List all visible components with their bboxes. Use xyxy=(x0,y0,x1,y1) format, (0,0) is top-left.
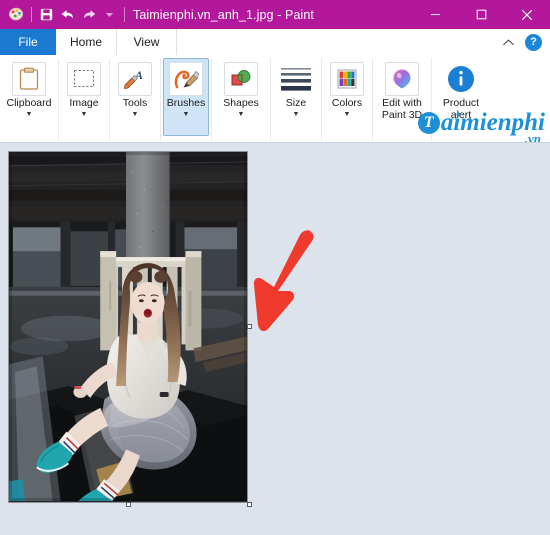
tools-label: Tools xyxy=(122,97,148,109)
shapes-button[interactable]: Shapes ▼ xyxy=(214,58,268,136)
ribbon-group-size: Size ▼ xyxy=(271,58,322,140)
image-label: Image xyxy=(69,97,99,109)
resize-handle-bottom[interactable] xyxy=(126,502,131,507)
save-icon[interactable] xyxy=(36,4,57,25)
ribbon-group-brushes: Brushes ▼ xyxy=(161,58,212,140)
title-bar: Taimienphi.vn_anh_1.jpg - Paint xyxy=(0,0,550,29)
color-palette-icon xyxy=(330,62,364,96)
image-caret-icon[interactable]: ▼ xyxy=(81,110,88,119)
colors-button[interactable]: Colors ▼ xyxy=(324,58,370,136)
image-canvas[interactable] xyxy=(8,151,248,503)
shapes-label: Shapes xyxy=(223,97,259,109)
paint-window: Taimienphi.vn_anh_1.jpg - Paint File Hom… xyxy=(0,0,550,535)
ribbon-group-product-alert: Product alert xyxy=(432,58,490,140)
size-caret-icon[interactable]: ▼ xyxy=(293,110,300,119)
paintbrush-icon xyxy=(169,62,203,96)
paint-app-icon[interactable] xyxy=(6,4,27,25)
tab-file[interactable]: File xyxy=(0,29,56,55)
window-controls xyxy=(412,0,550,29)
size-button[interactable]: Size ▼ xyxy=(273,58,319,136)
colors-caret-icon[interactable]: ▼ xyxy=(344,110,351,119)
undo-icon[interactable] xyxy=(57,4,78,25)
tab-home[interactable]: Home xyxy=(56,29,118,55)
window-title: Taimienphi.vn_anh_1.jpg - Paint xyxy=(133,7,314,22)
paint3d-label: Edit with Paint 3D xyxy=(381,97,423,121)
colors-label: Colors xyxy=(331,97,363,109)
image-button[interactable]: Image ▼ xyxy=(61,58,107,136)
shapes-caret-icon[interactable]: ▼ xyxy=(238,110,245,119)
clipboard-caret-icon[interactable]: ▼ xyxy=(26,110,33,119)
title-separator xyxy=(124,7,125,22)
paint-3d-icon xyxy=(385,62,419,96)
chevron-up-icon[interactable] xyxy=(500,34,516,50)
clipboard-button[interactable]: Clipboard ▼ xyxy=(2,58,56,136)
tools-button[interactable]: A Tools ▼ xyxy=(112,58,158,136)
ribbon-group-tools: A Tools ▼ xyxy=(110,58,161,140)
brushes-caret-icon[interactable]: ▼ xyxy=(183,110,190,119)
size-label: Size xyxy=(285,97,307,109)
tab-view[interactable]: View xyxy=(117,29,178,55)
watermark-subtext: .vn xyxy=(524,131,541,143)
quick-access-separator xyxy=(31,7,32,22)
pencil-text-icon: A xyxy=(118,62,152,96)
resize-handle-corner[interactable] xyxy=(247,502,252,507)
ribbon-toolbar: Clipboard ▼ Image ▼ A Tools ▼ Brushes ▼ … xyxy=(0,55,550,143)
ribbon-group-paint3d: Edit with Paint 3D xyxy=(373,58,432,140)
clipboard-icon xyxy=(12,62,46,96)
canvas-photo xyxy=(9,152,247,502)
redo-icon[interactable] xyxy=(78,4,99,25)
line-thickness-icon xyxy=(279,62,313,96)
product-alert-label: Product alert xyxy=(442,97,480,121)
maximize-button[interactable] xyxy=(458,0,504,29)
brushes-button[interactable]: Brushes ▼ xyxy=(163,58,209,136)
ribbon-group-shapes: Shapes ▼ xyxy=(212,58,271,140)
info-icon xyxy=(444,62,478,96)
edit-with-paint3d-button[interactable]: Edit with Paint 3D xyxy=(375,58,429,136)
canvas-work-area[interactable] xyxy=(0,143,550,534)
close-button[interactable] xyxy=(504,0,550,29)
tools-caret-icon[interactable]: ▼ xyxy=(132,110,139,119)
brushes-label: Brushes xyxy=(166,97,206,109)
product-alert-button[interactable]: Product alert xyxy=(434,58,488,136)
shapes-icon xyxy=(224,62,258,96)
ribbon-group-image: Image ▼ xyxy=(59,58,110,140)
red-arrow-annotation xyxy=(253,230,314,332)
minimize-button[interactable] xyxy=(412,0,458,29)
ribbon-tab-strip: File Home View ? xyxy=(0,29,550,55)
ribbon-group-colors: Colors ▼ xyxy=(322,58,373,140)
help-icon[interactable]: ? xyxy=(525,33,542,51)
resize-handle-right[interactable] xyxy=(247,324,252,329)
select-rectangle-icon xyxy=(67,62,101,96)
customize-quick-access-icon[interactable] xyxy=(99,4,120,25)
tab-strip-filler: ? xyxy=(177,29,550,55)
clipboard-label: Clipboard xyxy=(6,97,52,109)
ribbon-group-clipboard: Clipboard ▼ xyxy=(0,58,59,140)
